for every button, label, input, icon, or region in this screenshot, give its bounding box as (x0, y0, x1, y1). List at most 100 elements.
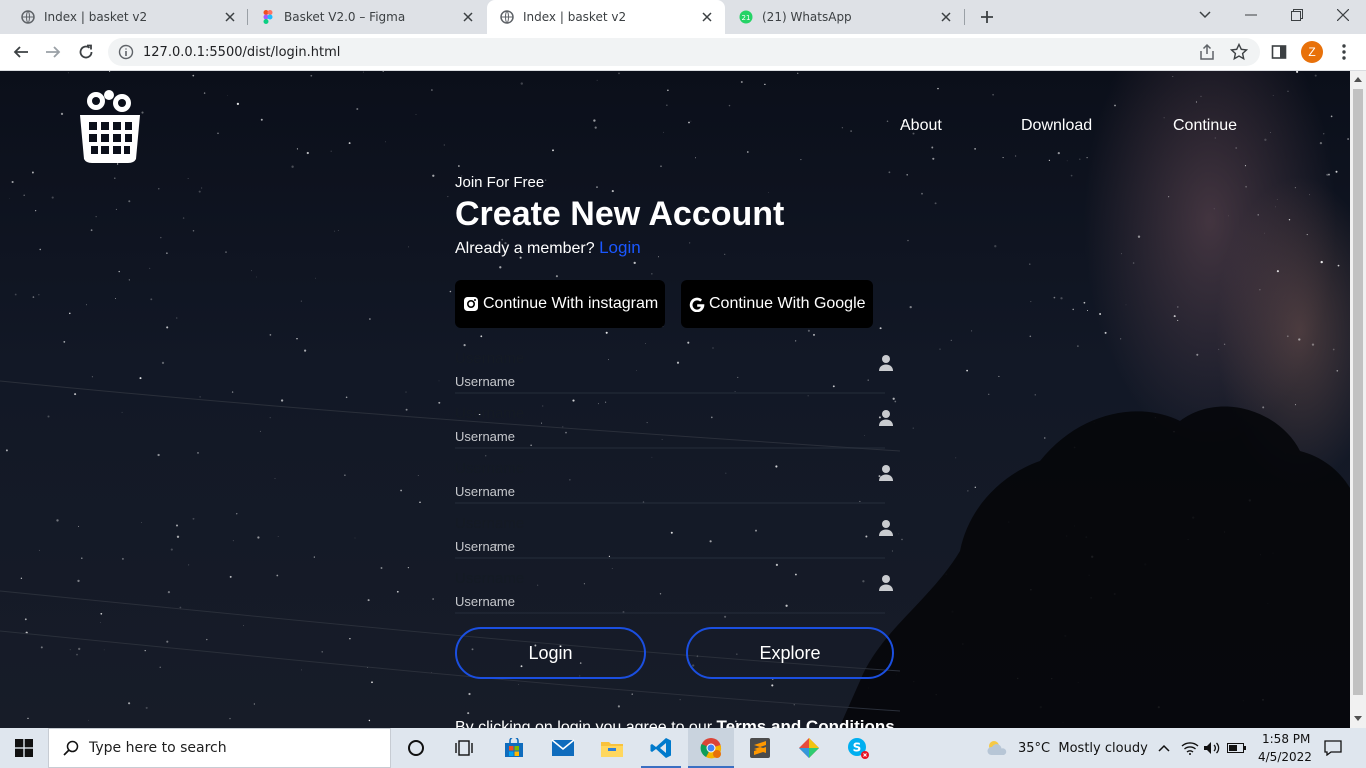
continue-google-button[interactable]: Continue With Google (681, 280, 873, 328)
site-info-icon[interactable] (118, 44, 134, 60)
terms-link[interactable]: Terms and Conditions (717, 717, 895, 728)
gitkraken-icon[interactable] (789, 728, 829, 768)
google-button-label: Continue With Google (709, 295, 866, 312)
page-title: Create New Account (455, 195, 785, 233)
taskbar-search[interactable]: Type here to search (48, 728, 391, 768)
user-icon (878, 354, 894, 372)
forward-icon[interactable] (40, 39, 66, 65)
username-placeholder: Username (455, 350, 525, 367)
wifi-icon[interactable] (1180, 728, 1200, 768)
field-underline (455, 557, 885, 559)
username-field[interactable]: Username Username (455, 570, 895, 616)
instagram-button-label: Continue With instagram (483, 295, 659, 312)
cortana-icon[interactable] (396, 728, 436, 768)
join-for-free-label: Join For Free (455, 174, 545, 191)
nav-continue[interactable]: Continue (1173, 117, 1237, 135)
nav-download[interactable]: Download (1021, 117, 1092, 135)
username-field[interactable]: Username Username (455, 460, 895, 506)
username-field[interactable]: Username Username (455, 515, 895, 561)
vscode-icon[interactable] (641, 728, 681, 768)
username-label: Username (455, 594, 515, 609)
username-placeholder: Username (455, 570, 525, 587)
svg-text:S: S (853, 741, 862, 755)
username-placeholder: Username (455, 405, 525, 422)
already-member-text: Already a member? Login (455, 238, 641, 258)
side-panel-icon[interactable] (1266, 39, 1292, 65)
field-underline (455, 392, 885, 394)
tab-search-chevron-icon[interactable] (1182, 0, 1228, 30)
login-button[interactable]: Login (455, 627, 646, 679)
bookmark-star-icon[interactable] (1229, 42, 1249, 66)
close-tab-icon[interactable] (460, 9, 476, 25)
profile-avatar[interactable]: Z (1301, 41, 1323, 63)
scroll-down-icon[interactable] (1354, 716, 1362, 722)
tab-figma[interactable]: Basket V2.0 – Figma (248, 0, 486, 34)
continue-instagram-button[interactable]: Continue With instagram (455, 280, 665, 328)
terms-text: By clicking on login you agree to our Te… (455, 717, 895, 728)
user-icon (878, 464, 894, 482)
task-view-icon[interactable] (444, 728, 484, 768)
notifications-icon[interactable] (1318, 728, 1348, 768)
terms-prefix: By clicking on login you agree to our (455, 719, 713, 728)
address-bar[interactable]: 127.0.0.1:5500/dist/login.html (108, 38, 1260, 66)
windows-start-icon[interactable] (0, 728, 48, 768)
more-menu-icon[interactable] (1331, 39, 1357, 65)
weather-text[interactable]: 35°C Mostly cloudy (1018, 741, 1148, 756)
browser-toolbar: 127.0.0.1:5500/dist/login.html Z (0, 34, 1366, 71)
reload-icon[interactable] (73, 39, 99, 65)
minimize-icon[interactable] (1228, 0, 1274, 30)
search-placeholder: Type here to search (89, 740, 227, 756)
svg-text:21: 21 (742, 14, 751, 22)
field-underline (455, 447, 885, 449)
whatsapp-icon: 21 (738, 9, 754, 25)
page-viewport: About Download Continue Join For Free Cr… (0, 71, 1350, 728)
new-tab-icon[interactable] (976, 6, 998, 28)
member-prompt: Already a member? (455, 240, 595, 257)
mail-icon[interactable] (543, 728, 583, 768)
instagram-icon (463, 296, 479, 312)
tab-label: (21) WhatsApp (762, 10, 852, 24)
username-field[interactable]: Username Username (455, 405, 895, 451)
user-icon (878, 574, 894, 592)
scrollbar-thumb[interactable] (1353, 89, 1363, 695)
clock-time[interactable]: 1:58 PM (1262, 732, 1310, 746)
volume-icon[interactable] (1202, 728, 1222, 768)
username-field[interactable]: Username Username (455, 350, 895, 396)
show-hidden-icons-chevron[interactable] (1155, 728, 1173, 768)
scroll-up-icon[interactable] (1354, 76, 1362, 82)
field-underline (455, 612, 885, 614)
close-window-icon[interactable] (1320, 0, 1366, 30)
battery-icon[interactable] (1226, 728, 1248, 768)
tab-index-basket-1[interactable]: Index | basket v2 (0, 0, 248, 34)
close-tab-icon[interactable] (222, 9, 238, 25)
username-label: Username (455, 539, 515, 554)
nav-about[interactable]: About (900, 117, 942, 135)
tab-separator (964, 9, 965, 25)
close-tab-icon[interactable] (699, 9, 715, 25)
file-explorer-icon[interactable] (592, 728, 632, 768)
tab-label: Basket V2.0 – Figma (284, 10, 406, 24)
user-icon (878, 519, 894, 537)
sublime-text-icon[interactable] (740, 728, 780, 768)
explore-button[interactable]: Explore (686, 627, 894, 679)
chrome-icon[interactable] (688, 728, 734, 768)
page-scrollbar[interactable] (1350, 71, 1366, 728)
back-icon[interactable] (8, 39, 34, 65)
microsoft-store-icon[interactable] (494, 728, 534, 768)
globe-icon (499, 9, 515, 25)
share-icon[interactable] (1198, 43, 1216, 66)
username-placeholder: Username (455, 460, 525, 477)
url-text: 127.0.0.1:5500/dist/login.html (143, 45, 341, 60)
login-link[interactable]: Login (599, 238, 641, 257)
tab-label: Index | basket v2 (523, 10, 627, 24)
clock-date[interactable]: 4/5/2022 (1258, 750, 1312, 764)
google-icon (689, 296, 705, 312)
restore-icon[interactable] (1274, 0, 1320, 30)
tab-whatsapp[interactable]: 21 (21) WhatsApp (726, 0, 964, 34)
weather-cloudy-icon[interactable] (984, 728, 1010, 768)
basket-logo[interactable] (78, 85, 142, 165)
search-icon (63, 740, 79, 756)
skype-icon[interactable]: S (838, 728, 878, 768)
tab-index-basket-active[interactable]: Index | basket v2 (487, 0, 725, 34)
close-tab-icon[interactable] (938, 9, 954, 25)
